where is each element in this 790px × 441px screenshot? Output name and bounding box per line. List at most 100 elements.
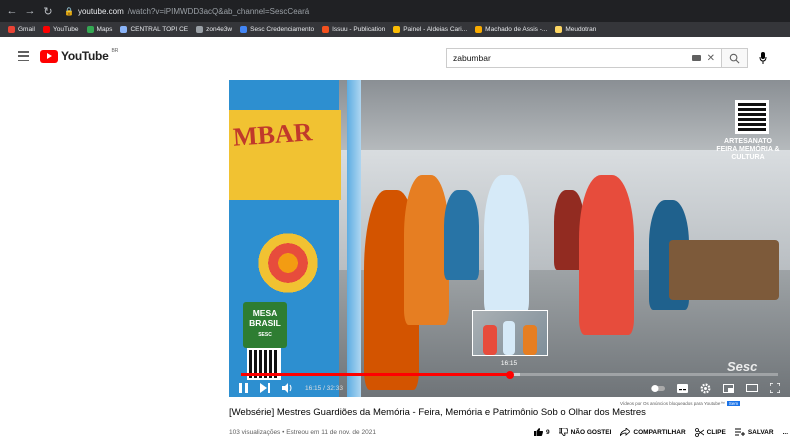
- back-icon[interactable]: ←: [6, 5, 18, 17]
- time-display: 16:15 / 32:33: [305, 384, 343, 392]
- youtube-play-icon: [40, 49, 58, 63]
- bookmark-label: CENTRAL TOPI CE: [130, 26, 189, 33]
- bookmark-item[interactable]: Gmail: [8, 26, 35, 33]
- forward-icon[interactable]: →: [24, 5, 36, 17]
- like-button[interactable]: 9: [533, 428, 550, 436]
- url-domain: youtube.com: [77, 6, 124, 16]
- volume-button[interactable]: [282, 383, 293, 393]
- keyboard-icon[interactable]: [691, 55, 701, 61]
- reload-icon[interactable]: ↻: [42, 5, 54, 18]
- address-bar[interactable]: 🔒 youtube.com/watch?v=iPIMWDD3acQ&ab_cha…: [60, 3, 314, 19]
- mandala-decoration: [253, 228, 323, 298]
- view-count-date: 103 visualizações • Estreou em 11 de nov…: [229, 428, 376, 436]
- gear-icon: [700, 383, 711, 393]
- autoplay-toggle[interactable]: [651, 384, 665, 392]
- bookmark-favicon-icon: [475, 26, 483, 33]
- bookmark-item[interactable]: Maps: [86, 26, 113, 33]
- bookmark-item[interactable]: YouTube: [42, 26, 79, 33]
- microphone-icon: [759, 52, 767, 64]
- bookmark-label: zon4e3w: [206, 26, 233, 33]
- video-player[interactable]: MBAR ARTESANATO FEIRA MEMÓRIA & CULTURA …: [229, 80, 790, 397]
- ad-note-badge[interactable]: Sem: [726, 401, 741, 406]
- bookmark-label: Painel - Aldeias Cari...: [403, 26, 468, 33]
- thumbs-down-icon: [558, 428, 568, 436]
- scrub-preview-thumbnail: [472, 310, 548, 356]
- share-label: COMPARTILHAR: [633, 428, 686, 436]
- autoplay-icon: [651, 384, 665, 392]
- bookmark-favicon-icon: [196, 26, 204, 33]
- bookmark-item[interactable]: Issuu - Publication: [322, 26, 385, 33]
- bookmark-favicon-icon: [42, 26, 50, 33]
- settings-button[interactable]: [700, 383, 711, 394]
- clip-label: CLIPE: [706, 428, 726, 436]
- share-button[interactable]: COMPARTILHAR: [620, 428, 686, 436]
- share-icon: [620, 428, 631, 436]
- bookmark-label: YouTube: [52, 26, 79, 33]
- bookmark-label: Gmail: [18, 26, 35, 33]
- bookmark-favicon-icon: [120, 26, 128, 33]
- like-count: 9: [545, 428, 550, 436]
- youtube-logo[interactable]: YouTube BR: [40, 48, 119, 63]
- bookmark-item[interactable]: Meudotran: [555, 26, 596, 33]
- scrubber-handle[interactable]: [505, 370, 514, 379]
- bookmark-item[interactable]: Machado de Assis -...: [475, 26, 547, 33]
- ad-blocker-note: Vídeos por Os anúncios bloqueados para Y…: [620, 401, 741, 406]
- bookmark-item[interactable]: Sesc Credenciamento: [240, 26, 314, 33]
- clip-button[interactable]: CLIPE: [694, 427, 726, 437]
- clear-search-icon[interactable]: ✕: [707, 53, 715, 64]
- save-button[interactable]: SALVAR: [734, 428, 774, 436]
- fullscreen-button[interactable]: [770, 383, 780, 393]
- sesc-watermark: Sesc: [727, 359, 758, 374]
- bookmark-item[interactable]: CENTRAL TOPI CE: [120, 26, 188, 33]
- volume-icon: [282, 383, 292, 393]
- bookmark-favicon-icon: [322, 26, 330, 33]
- country-code: BR: [111, 48, 119, 54]
- bookmark-favicon-icon: [555, 26, 563, 33]
- bookmark-label: Maps: [96, 26, 113, 33]
- banner-text: MBAR: [232, 117, 314, 152]
- pause-button[interactable]: [239, 383, 248, 393]
- save-playlist-icon: [734, 428, 745, 436]
- mesa-brasil-text: MESA BRASIL: [249, 308, 281, 328]
- subtitles-button[interactable]: [677, 383, 688, 393]
- bookmark-item[interactable]: Painel - Aldeias Cari...: [393, 26, 467, 33]
- bookmarks-bar: Gmail YouTube Maps CENTRAL TOPI CE zon4e3w Se…: [0, 22, 790, 37]
- miniplayer-button[interactable]: [723, 383, 734, 393]
- browser-toolbar: ← → ↻ 🔒 youtube.com/watch?v=iPIMWDD3acQ&…: [0, 0, 790, 22]
- bookmark-favicon-icon: [393, 26, 401, 33]
- voice-search-button[interactable]: [754, 49, 772, 67]
- mesa-brasil-sub: SESC: [258, 332, 272, 338]
- event-logo-text: ARTESANATO FEIRA MEMÓRIA & CULTURA: [716, 138, 780, 161]
- theater-icon: [746, 384, 758, 392]
- video-title: [Websérie] Mestres Guardiões da Memória …: [229, 407, 646, 418]
- bookmark-label: Sesc Credenciamento: [250, 26, 315, 33]
- progress-bar[interactable]: [241, 370, 778, 379]
- search-input[interactable]: [453, 53, 692, 63]
- menu-icon[interactable]: [18, 51, 29, 61]
- theater-mode-button[interactable]: [746, 384, 758, 392]
- search-button[interactable]: [722, 48, 748, 68]
- youtube-wordmark: YouTube: [61, 49, 109, 63]
- player-controls: 16:15 / 32:33: [229, 379, 790, 397]
- ad-note-text: Vídeos por Os anúncios bloqueados para Y…: [620, 401, 725, 406]
- video-actions: 9 NÃO GOSTEI COMPARTILHAR CLIPE SALVAR .…: [533, 427, 790, 437]
- played-bar: [241, 373, 510, 376]
- search-icon: [729, 53, 740, 63]
- scrub-preview-time: 16:15: [500, 360, 518, 367]
- bookmark-item[interactable]: zon4e3w: [196, 26, 232, 33]
- save-label: SALVAR: [747, 428, 774, 436]
- subtitles-icon: [677, 383, 688, 393]
- next-button[interactable]: [260, 383, 270, 393]
- miniplayer-icon: [723, 383, 734, 393]
- video-meta-row: 103 visualizações • Estreou em 11 de nov…: [229, 426, 790, 438]
- next-icon: [260, 383, 270, 393]
- youtube-header: YouTube BR ✕: [0, 37, 790, 77]
- dislike-button[interactable]: NÃO GOSTEI: [558, 428, 611, 436]
- bookmark-label: Meudotran: [565, 26, 597, 33]
- more-actions-button[interactable]: ...: [783, 429, 788, 436]
- bookmark-label: Machado de Assis -...: [485, 26, 548, 33]
- bookmark-favicon-icon: [86, 26, 94, 33]
- lock-icon: 🔒: [64, 6, 74, 16]
- url-path: /watch?v=iPIMWDD3acQ&ab_channel=SescCear…: [127, 6, 310, 16]
- bookmark-favicon-icon: [8, 26, 15, 33]
